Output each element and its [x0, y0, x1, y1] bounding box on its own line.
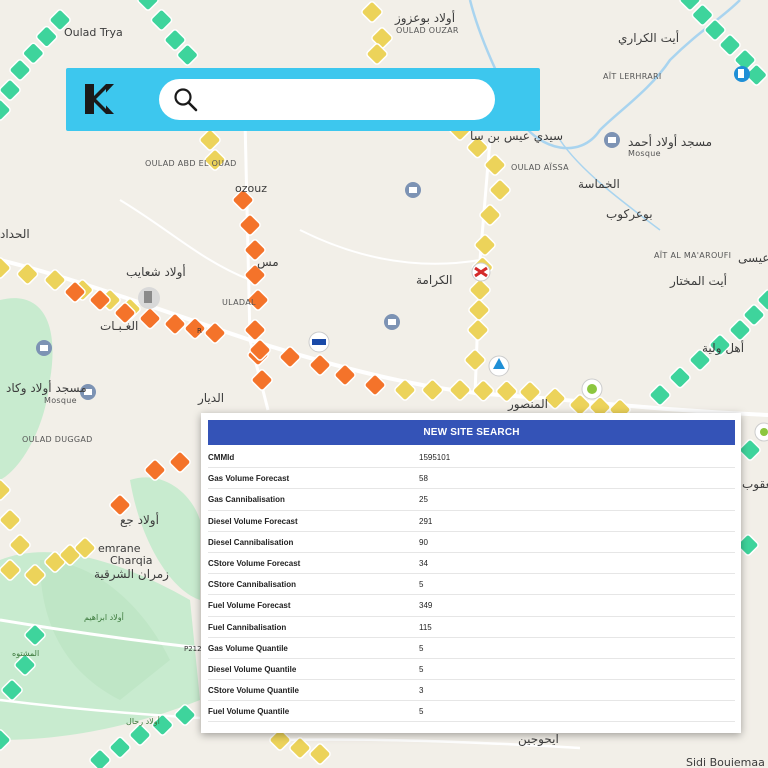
- row-label: Gas Cannibalisation: [208, 495, 285, 505]
- search-field[interactable]: [159, 79, 495, 120]
- map-label: عيسى: [738, 251, 768, 265]
- map-label: OULAD OUZAR: [396, 26, 459, 35]
- map-label: الخماسة: [578, 177, 620, 191]
- table-row: Diesel Volume Quantile 5: [208, 659, 735, 681]
- map-label: يعقوب: [742, 477, 768, 492]
- mosque-pin-icon[interactable]: [36, 340, 52, 356]
- station-brand-pin-icon[interactable]: [488, 355, 510, 377]
- row-value: 3: [419, 686, 424, 696]
- table-row: CMMId 1595101: [208, 447, 735, 469]
- road-shield: R: [197, 327, 202, 335]
- search-icon[interactable]: [173, 87, 199, 113]
- row-value: 291: [419, 516, 433, 526]
- row-value: 5: [419, 707, 424, 717]
- map-label: ozouz: [235, 182, 267, 195]
- mosque-pin-icon[interactable]: [405, 182, 421, 198]
- row-label: Gas Volume Quantile: [208, 643, 288, 653]
- k-logo-icon: [82, 82, 116, 116]
- row-value: 5: [419, 643, 424, 653]
- fuel-station-pin-icon[interactable]: [138, 287, 160, 309]
- map-label: الديار: [197, 391, 224, 406]
- row-value: 115: [419, 622, 432, 632]
- map-label: أيت المختار: [669, 273, 727, 289]
- table-row: CStore Volume Forecast 34: [208, 553, 735, 575]
- road-shield: P212: [184, 645, 202, 653]
- row-value: 1595101: [419, 453, 451, 462]
- map-label: OULAD ABD EL OUAD: [145, 159, 237, 168]
- map-label: Mosque: [44, 396, 77, 405]
- row-value: 58: [419, 474, 428, 484]
- table-row: Fuel Cannibalisation 115: [208, 617, 735, 638]
- map-label: Sidi Bouiemaa: [686, 756, 765, 768]
- map-label: أولاد رحال: [126, 716, 160, 726]
- row-value: 90: [419, 537, 428, 547]
- row-label: CStore Volume Forecast: [208, 558, 301, 568]
- table-row: Diesel Cannibalisation 90: [208, 532, 735, 553]
- row-value: 25: [419, 495, 428, 505]
- table-row: CStore Volume Quantile 3: [208, 680, 735, 702]
- station-brand-pin-icon[interactable]: [308, 331, 330, 353]
- map-label: الحداد: [0, 227, 30, 241]
- table-row: CStore Cannibalisation 5: [208, 574, 735, 596]
- row-label: CMMId: [208, 453, 235, 462]
- row-value: 5: [419, 580, 424, 590]
- map-label: ايحوجين: [518, 732, 559, 747]
- fuel-station-pin-icon[interactable]: [734, 66, 750, 82]
- row-value: 349: [419, 601, 433, 611]
- map-label: مس: [257, 255, 279, 270]
- row-label: CStore Cannibalisation: [208, 580, 297, 590]
- map-label: مسجد أولاد وكاد: [6, 380, 87, 396]
- results-table: CMMId 1595101 Gas Volume Forecast 58 Gas Can…: [208, 447, 735, 723]
- row-label: Fuel Cannibalisation: [208, 622, 287, 632]
- row-value: 5: [419, 664, 424, 674]
- map-label: أيت الكراري: [618, 30, 679, 46]
- map-label: OULAD DUGGAD: [22, 435, 93, 444]
- mosque-pin-icon[interactable]: [604, 132, 620, 148]
- row-label: Diesel Cannibalisation: [208, 537, 294, 547]
- search-input[interactable]: [207, 85, 477, 114]
- table-row: Gas Volume Forecast 58: [208, 468, 735, 490]
- map-label: AÏT LERHRARI: [603, 71, 662, 81]
- search-bar: [66, 68, 540, 131]
- map-label: ULADAL: [222, 298, 256, 307]
- station-brand-pin-icon[interactable]: [581, 378, 603, 400]
- panel-title: NEW SITE SEARCH: [208, 420, 735, 445]
- mosque-pin-icon[interactable]: [384, 314, 400, 330]
- map-label: الغـبـات: [100, 319, 138, 333]
- table-row: Fuel Volume Forecast 349: [208, 595, 735, 617]
- map-label: Charqia: [110, 554, 153, 567]
- row-label: Gas Volume Forecast: [208, 474, 290, 484]
- map-label: أهل ولية: [702, 340, 744, 356]
- table-row: Gas Volume Quantile 5: [208, 638, 735, 659]
- row-label: Fuel Volume Forecast: [208, 601, 291, 611]
- map-label: زمران الشرقية: [94, 567, 169, 582]
- station-brand-pin-icon[interactable]: [754, 422, 768, 442]
- row-label: Diesel Volume Quantile: [208, 664, 297, 674]
- map-label: أولاد جع: [120, 512, 159, 528]
- map-label: سيدي عيس بن سا: [470, 129, 563, 144]
- new-site-search-panel: NEW SITE SEARCH CMMId 1595101 Gas Volume F…: [201, 413, 741, 733]
- map-label: أولاد شعايب: [126, 264, 186, 280]
- map-label: مسجد أولاد أحمد: [628, 134, 712, 150]
- row-label: Diesel Volume Forecast: [208, 516, 298, 526]
- table-row: Fuel Volume Quantile 5: [208, 701, 735, 723]
- map-label: Mosque: [628, 149, 661, 158]
- table-row: Diesel Volume Forecast 291: [208, 511, 735, 532]
- map-label: المنصور: [507, 397, 548, 412]
- map-label: الكرامة: [416, 273, 452, 288]
- map-label: المشتوه: [12, 649, 39, 658]
- map-label: Oulad Trya: [64, 26, 123, 39]
- map-label: أولاد ابراهيم: [84, 612, 124, 622]
- row-label: Fuel Volume Quantile: [208, 707, 290, 717]
- row-label: CStore Volume Quantile: [208, 686, 299, 696]
- map-label: بوعركوب: [606, 207, 653, 222]
- row-value: 34: [419, 558, 428, 568]
- station-brand-pin-icon[interactable]: [471, 262, 491, 282]
- map-label: OULAD AÏSSA: [511, 162, 569, 172]
- table-row: Gas Cannibalisation 25: [208, 489, 735, 511]
- map-label: AÏT AL MA'AROUFI: [654, 250, 731, 260]
- map-label: أولاد بوعزوز: [394, 10, 455, 26]
